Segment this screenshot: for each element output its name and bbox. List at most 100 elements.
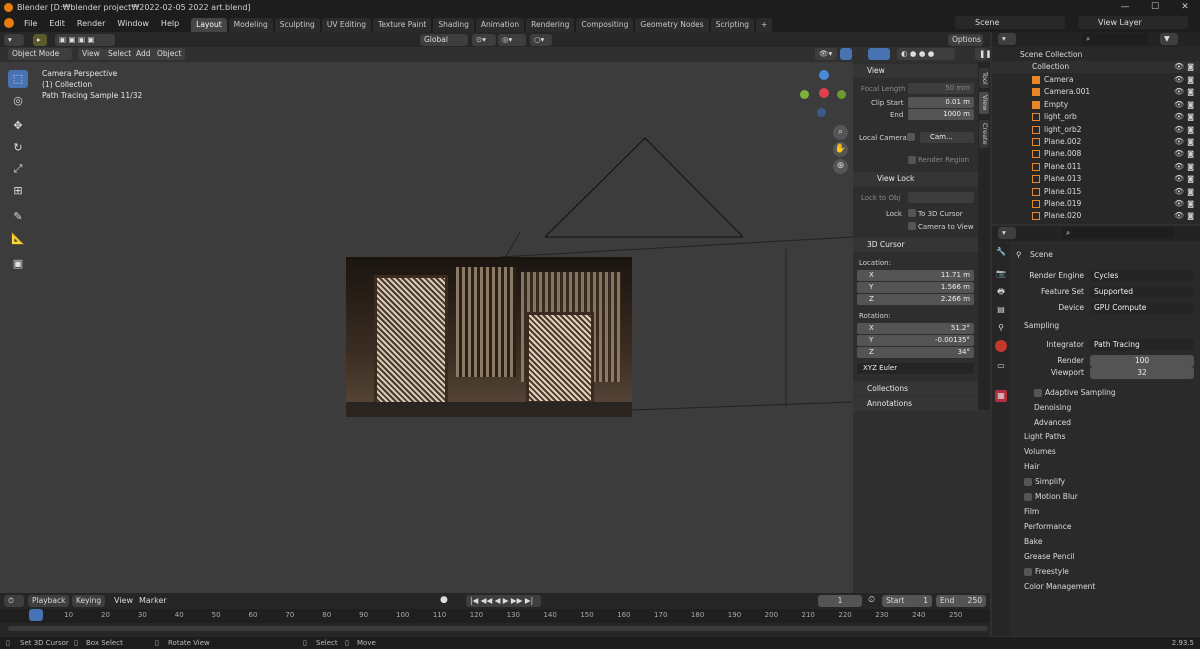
properties-editor-type[interactable]: ▾ bbox=[998, 227, 1016, 239]
properties-section-header[interactable]: Bake bbox=[1010, 535, 1200, 549]
tab-layout[interactable]: Layout bbox=[191, 18, 227, 32]
tab-tool[interactable]: Tool bbox=[979, 68, 989, 88]
properties-section-header[interactable]: Film bbox=[1010, 505, 1200, 519]
properties-search-input[interactable]: ⌕ bbox=[1062, 227, 1174, 239]
tool-settings-tab-icon[interactable]: 🔧 bbox=[995, 246, 1007, 258]
visibility-icon[interactable]: 👁 bbox=[1174, 124, 1184, 136]
minimize-button[interactable]: — bbox=[1110, 0, 1140, 14]
options-button[interactable]: Options bbox=[948, 34, 983, 46]
mode-dropdown[interactable]: Object Mode bbox=[8, 48, 72, 60]
timeline-marker-menu[interactable]: Marker bbox=[139, 596, 167, 605]
timeline-scrollbar[interactable] bbox=[8, 626, 988, 631]
menu-select[interactable]: Select bbox=[104, 48, 136, 60]
cursor-rotation-y[interactable]: Y -0.00135° bbox=[857, 335, 974, 346]
render-icon[interactable]: ◙ bbox=[1187, 173, 1194, 185]
section-enable-checkbox[interactable] bbox=[1024, 568, 1032, 576]
menu-view[interactable]: View bbox=[78, 48, 104, 60]
menu-render[interactable]: Render bbox=[71, 19, 111, 28]
tab-uv-editing[interactable]: UV Editing bbox=[321, 18, 371, 32]
render-icon[interactable]: ◙ bbox=[1187, 148, 1194, 160]
advanced-subsection[interactable]: Advanced bbox=[1010, 416, 1200, 430]
cursor-location-x[interactable]: X 11.71 m bbox=[857, 270, 974, 281]
editor-type-button[interactable]: ▾ bbox=[4, 34, 24, 46]
render-samples-field[interactable]: 100 bbox=[1090, 355, 1194, 367]
tab-view[interactable]: View bbox=[979, 92, 989, 114]
3d-viewport[interactable]: Camera Perspective (1) Collection Path T… bbox=[0, 62, 853, 593]
outliner-item[interactable]: Plane.020 👁 ◙ bbox=[992, 210, 1200, 222]
render-icon[interactable]: ◙ bbox=[1187, 198, 1194, 210]
cursor-tool-icon[interactable]: ◎ bbox=[8, 92, 28, 110]
render-icon[interactable]: ◙ bbox=[1187, 61, 1194, 73]
outliner-item[interactable]: Plane.019 👁 ◙ bbox=[992, 198, 1200, 210]
properties-section-header[interactable]: Color Management bbox=[1010, 580, 1200, 594]
to-3d-cursor-checkbox[interactable] bbox=[908, 209, 916, 217]
gizmo-x-axis[interactable] bbox=[819, 88, 829, 98]
current-frame-field[interactable]: 1 bbox=[818, 595, 862, 607]
render-icon[interactable]: ◙ bbox=[1187, 161, 1194, 173]
pan-hand-icon[interactable]: ✋ bbox=[833, 142, 848, 157]
rotation-mode-dropdown[interactable]: XYZ Euler bbox=[857, 363, 974, 374]
menu-add[interactable]: Add bbox=[132, 48, 155, 60]
visibility-icon[interactable]: 👁 bbox=[1174, 111, 1184, 123]
visibility-icon[interactable]: 👁 bbox=[1174, 136, 1184, 148]
outliner-scene-collection[interactable]: Scene Collection bbox=[992, 49, 1200, 61]
collection-tab-icon[interactable]: ▭ bbox=[995, 360, 1007, 372]
properties-section-header[interactable]: Hair bbox=[1010, 460, 1200, 474]
properties-section-header[interactable]: Volumes bbox=[1010, 445, 1200, 459]
local-camera-field[interactable]: Cam... bbox=[920, 132, 974, 143]
view-layer-tab-icon[interactable]: ▤ bbox=[995, 304, 1007, 316]
outliner-search-input[interactable]: ⌕ bbox=[1082, 33, 1148, 45]
outliner-item[interactable]: Plane.011 👁 ◙ bbox=[992, 161, 1200, 173]
pivot-dropdown[interactable]: ⊙▾ bbox=[472, 34, 496, 46]
scene-tab-icon[interactable]: ⚲ bbox=[995, 322, 1007, 334]
tab-shading[interactable]: Shading bbox=[433, 18, 474, 32]
integrator-dropdown[interactable]: Path Tracing bbox=[1090, 339, 1194, 351]
cursor-rotation-z[interactable]: Z 34° bbox=[857, 347, 974, 358]
render-region-checkbox[interactable] bbox=[908, 156, 916, 164]
cursor-rotation-x[interactable]: X 51.2° bbox=[857, 323, 974, 334]
camera-view-icon[interactable]: ⊛ bbox=[833, 159, 848, 174]
timeline-view-menu[interactable]: View bbox=[114, 596, 133, 605]
timeline-editor-type[interactable]: ⏱ bbox=[4, 595, 24, 607]
outliner-item[interactable]: Camera 👁 ◙ bbox=[992, 74, 1200, 86]
add-cube-tool-icon[interactable]: ▣ bbox=[8, 255, 28, 273]
select-tool-icon[interactable]: ▸ bbox=[33, 34, 47, 46]
keying-menu[interactable]: Keying bbox=[72, 595, 106, 607]
tab-sculpting[interactable]: Sculpting bbox=[274, 18, 320, 32]
proportional-edit-toggle[interactable]: ○▾ bbox=[530, 34, 552, 46]
outliner-item[interactable]: Plane.013 👁 ◙ bbox=[992, 173, 1200, 185]
render-icon[interactable]: ◙ bbox=[1187, 136, 1194, 148]
3d-cursor-section-header[interactable]: 3D Cursor bbox=[853, 238, 978, 252]
outliner-item[interactable]: light_orb 👁 ◙ bbox=[992, 111, 1200, 123]
menu-window[interactable]: Window bbox=[111, 19, 155, 28]
view-section-header[interactable]: View bbox=[853, 64, 978, 78]
section-enable-checkbox[interactable] bbox=[1024, 493, 1032, 501]
cursor-location-y[interactable]: Y 1.566 m bbox=[857, 282, 974, 293]
outliner-editor-type[interactable]: ▾ bbox=[998, 33, 1016, 45]
start-frame-field[interactable]: Start 1 bbox=[882, 595, 932, 607]
view-lock-section-header[interactable]: View Lock bbox=[853, 172, 978, 186]
render-icon[interactable]: ◙ bbox=[1187, 86, 1194, 98]
tab-rendering[interactable]: Rendering bbox=[526, 18, 575, 32]
render-icon[interactable]: ◙ bbox=[1187, 111, 1194, 123]
lock-to-object-field[interactable] bbox=[908, 192, 974, 203]
gizmo-y-neg-axis[interactable] bbox=[800, 90, 809, 99]
scale-tool-icon[interactable]: ⤢ bbox=[8, 160, 28, 178]
outliner-item[interactable]: Plane.008 👁 ◙ bbox=[992, 148, 1200, 160]
adaptive-sampling-checkbox[interactable] bbox=[1034, 389, 1042, 397]
render-icon[interactable]: ◙ bbox=[1187, 74, 1194, 86]
transform-tool-icon[interactable]: ⊞ bbox=[8, 182, 28, 200]
end-frame-field[interactable]: End 250 bbox=[936, 595, 986, 607]
outliner-item[interactable]: Empty 👁 ◙ bbox=[992, 99, 1200, 111]
record-button-icon[interactable]: ● bbox=[440, 595, 448, 605]
clip-start-field[interactable]: 0.01 m bbox=[908, 97, 974, 108]
visibility-icon[interactable]: 👁 bbox=[1174, 210, 1184, 222]
overlay-toggle-icon[interactable] bbox=[868, 48, 890, 60]
menu-edit[interactable]: Edit bbox=[43, 19, 71, 28]
move-tool-icon[interactable]: ✥ bbox=[8, 117, 28, 135]
feature-set-dropdown[interactable]: Supported bbox=[1090, 286, 1194, 298]
transform-orientation-dropdown[interactable]: Global bbox=[420, 34, 468, 46]
snap-toggle[interactable]: ◎▾ bbox=[498, 34, 526, 46]
menu-object[interactable]: Object bbox=[153, 48, 186, 60]
visibility-icon[interactable]: 👁 bbox=[1174, 86, 1184, 98]
